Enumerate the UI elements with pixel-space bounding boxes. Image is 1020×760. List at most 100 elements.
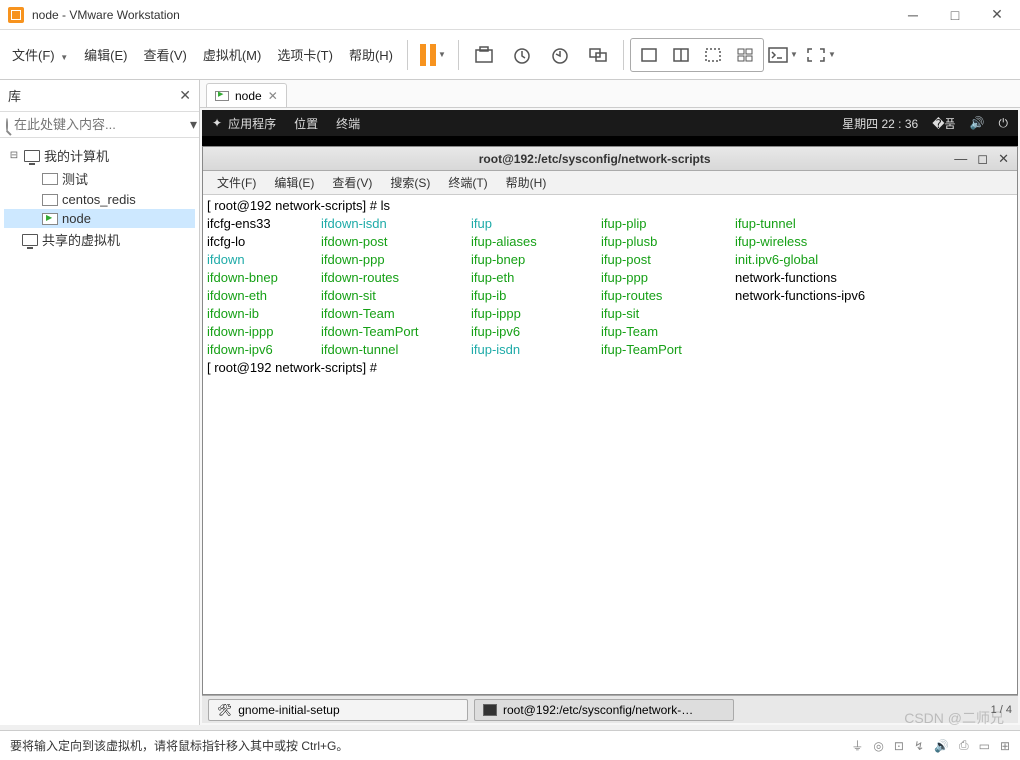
term-menu-terminal[interactable]: 终端(T) xyxy=(442,172,493,193)
ls-entry: ifdown-bnep xyxy=(207,269,321,287)
ls-entry: network-functions xyxy=(735,269,955,287)
vm-viewport[interactable]: ✦ 应用程序 位置 终端 星期四 22 : 36 �품 🔊 ⏻ root@192… xyxy=(202,110,1018,723)
vm-running-icon xyxy=(215,91,229,101)
ls-entry: ifup-sit xyxy=(601,305,735,323)
tree-vm-centos[interactable]: centos_redis xyxy=(4,190,195,209)
ls-entry: ifdown-sit xyxy=(321,287,471,305)
maximize-button[interactable]: □ xyxy=(948,8,962,22)
menu-edit[interactable]: 编辑(E) xyxy=(76,41,135,68)
ls-entry: ifup-plip xyxy=(601,215,735,233)
menu-file[interactable]: 文件(F) ▼ xyxy=(4,41,76,68)
tab-close-button[interactable]: ✕ xyxy=(268,89,278,103)
device-usb-icon[interactable]: ↯ xyxy=(914,739,924,753)
view-single-button[interactable] xyxy=(635,41,663,69)
close-button[interactable]: ✕ xyxy=(990,8,1004,22)
menu-view[interactable]: 查看(V) xyxy=(136,41,195,68)
pause-button[interactable]: ▼ xyxy=(416,38,450,72)
ls-entry: ifdown-ib xyxy=(207,305,321,323)
term-menu-help[interactable]: 帮助(H) xyxy=(500,172,553,193)
ls-entry: ifdown-ipv6 xyxy=(207,341,321,359)
volume-icon[interactable]: 🔊 xyxy=(970,116,985,130)
revert-button[interactable] xyxy=(505,38,539,72)
status-hint: 要将输入定向到该虚拟机，请将鼠标指针移入其中或按 Ctrl+G。 xyxy=(10,737,348,754)
ls-entry: ifup-bnep xyxy=(471,251,601,269)
manage-button[interactable] xyxy=(581,38,615,72)
console-button[interactable]: ▼ xyxy=(766,38,800,72)
ls-entry: ifdown-routes xyxy=(321,269,471,287)
expand-toggle[interactable]: ⊟ xyxy=(8,150,20,161)
terminal-maximize-button[interactable]: ◻ xyxy=(977,151,988,167)
menubar: 文件(F) ▼ 编辑(E) 查看(V) 虚拟机(M) 选项卡(T) 帮助(H) … xyxy=(0,30,1020,80)
tree-my-computer[interactable]: ⊟ 我的计算机 xyxy=(4,144,195,167)
menu-help[interactable]: 帮助(H) xyxy=(341,41,401,68)
terminal-body[interactable]: [ root@192 network-scripts] # ls ifcfg-e… xyxy=(203,195,1017,694)
tree-shared-vms[interactable]: 共享的虚拟机 xyxy=(4,228,195,251)
task-terminal[interactable]: root@192:/etc/sysconfig/network-… xyxy=(474,699,734,721)
ls-entry: ifdown-Team xyxy=(321,305,471,323)
fullscreen-button[interactable]: ▼ xyxy=(804,38,838,72)
ls-entry: ifup-wireless xyxy=(735,233,955,251)
device-network-icon[interactable]: ⊡ xyxy=(894,739,904,753)
vm-icon xyxy=(42,194,58,206)
ls-entry: ifcfg-lo xyxy=(207,233,321,251)
snapshot-mgr-button[interactable] xyxy=(543,38,577,72)
ls-entry: ifdown-post xyxy=(321,233,471,251)
terminal-close-button[interactable]: ✕ xyxy=(998,151,1009,167)
menu-vm[interactable]: 虚拟机(M) xyxy=(195,41,270,68)
network-icon[interactable]: �품 xyxy=(932,115,955,132)
minimize-button[interactable]: ─ xyxy=(906,8,920,22)
power-icon[interactable]: ⏻ xyxy=(999,116,1009,131)
terminal-titlebar[interactable]: root@192:/etc/sysconfig/network-scripts … xyxy=(203,147,1017,171)
window-title: node - VMware Workstation xyxy=(32,8,180,22)
library-search[interactable]: ▾ xyxy=(0,112,199,138)
wrench-icon: 🛠 xyxy=(217,703,232,717)
workspace-indicator[interactable]: 1 / 4 xyxy=(991,704,1012,716)
device-sound-icon[interactable]: 🔊 xyxy=(934,739,949,753)
view-thumbnail-button[interactable] xyxy=(731,41,759,69)
message-icon[interactable]: ⊞ xyxy=(1000,739,1010,753)
tree-vm-test[interactable]: 测试 xyxy=(4,167,195,190)
device-display-icon[interactable]: ▭ xyxy=(979,739,990,753)
gnome-clock[interactable]: 星期四 22 : 36 xyxy=(842,115,918,132)
ls-entry: ifup-Team xyxy=(601,323,735,341)
gnome-top-bar: ✦ 应用程序 位置 终端 星期四 22 : 36 �품 🔊 ⏻ xyxy=(202,110,1018,136)
view-split-button[interactable] xyxy=(667,41,695,69)
ls-entry: ifdown-isdn xyxy=(321,215,471,233)
snapshot-button[interactable] xyxy=(467,38,501,72)
library-sidebar: 库 ✕ ▾ ⊟ 我的计算机 测试 centos_redis xyxy=(0,80,200,725)
sidebar-close-button[interactable]: ✕ xyxy=(179,87,191,104)
task-gnome-initial-setup[interactable]: 🛠 gnome-initial-setup xyxy=(208,699,468,721)
terminal-menubar: 文件(F) 编辑(E) 查看(V) 搜索(S) 终端(T) 帮助(H) xyxy=(203,171,1017,195)
tab-node[interactable]: node ✕ xyxy=(206,83,287,107)
menu-tabs[interactable]: 选项卡(T) xyxy=(269,41,341,68)
view-unity-button[interactable] xyxy=(699,41,727,69)
device-hdd-icon[interactable]: ⏚ xyxy=(851,737,863,754)
ls-entry: ifup-aliases xyxy=(471,233,601,251)
device-printer-icon[interactable]: ⎙ xyxy=(959,738,969,753)
gnome-apps-menu[interactable]: 应用程序 xyxy=(228,115,276,132)
tab-strip: node ✕ xyxy=(200,80,1020,108)
gnome-places-menu[interactable]: 位置 xyxy=(294,115,318,132)
search-dropdown-button[interactable]: ▾ xyxy=(190,116,197,133)
library-header: 库 xyxy=(8,86,21,105)
term-menu-view[interactable]: 查看(V) xyxy=(326,172,378,193)
gnome-taskbar: 🛠 gnome-initial-setup root@192:/etc/sysc… xyxy=(202,695,1018,723)
device-cd-icon[interactable]: ◎ xyxy=(873,739,883,753)
computer-icon xyxy=(24,150,40,162)
ls-entry: ifcfg-ens33 xyxy=(207,215,321,233)
term-menu-edit[interactable]: 编辑(E) xyxy=(268,172,320,193)
vm-tree: ⊟ 我的计算机 测试 centos_redis node 共享的虚拟机 xyxy=(0,138,199,257)
terminal-title: root@192:/etc/sysconfig/network-scripts xyxy=(243,152,946,166)
search-icon xyxy=(6,118,8,132)
ls-entry: ifup-routes xyxy=(601,287,735,305)
search-input[interactable] xyxy=(14,117,190,132)
gnome-terminal-menu[interactable]: 终端 xyxy=(336,115,360,132)
ls-entry: ifdown-TeamPort xyxy=(321,323,471,341)
terminal-minimize-button[interactable]: — xyxy=(954,151,967,167)
ls-entry: ifup-TeamPort xyxy=(601,341,735,359)
term-menu-file[interactable]: 文件(F) xyxy=(211,172,262,193)
ls-entry: ifdown-ippp xyxy=(207,323,321,341)
term-menu-search[interactable]: 搜索(S) xyxy=(384,172,436,193)
ls-entry: ifup xyxy=(471,215,601,233)
tree-vm-node[interactable]: node xyxy=(4,209,195,228)
